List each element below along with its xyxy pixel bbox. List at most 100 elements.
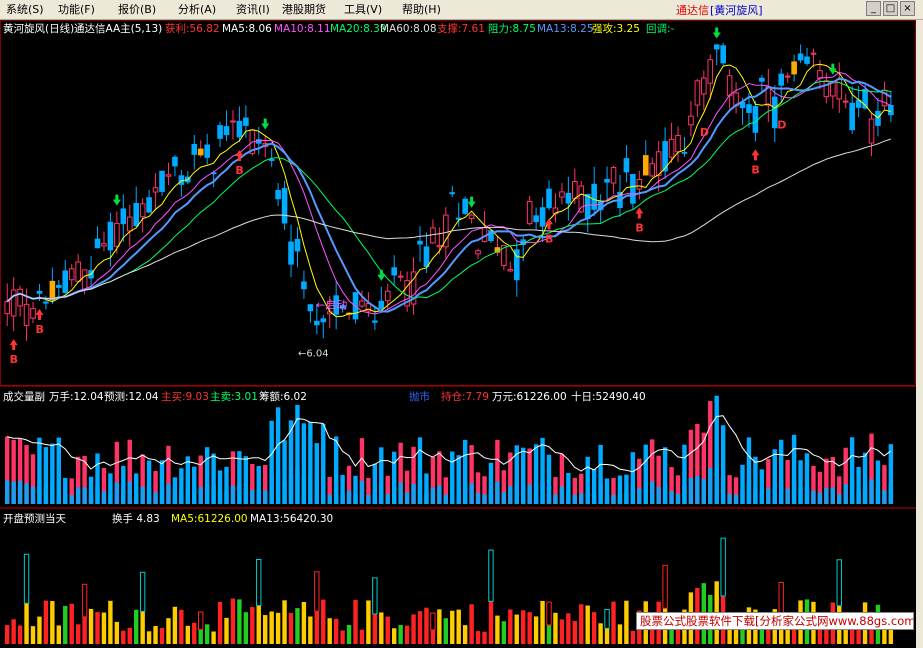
candle[interactable] xyxy=(120,208,127,225)
candle[interactable] xyxy=(165,174,172,177)
restore-button[interactable]: □ xyxy=(883,1,898,16)
candle[interactable] xyxy=(675,134,681,153)
candle[interactable] xyxy=(197,148,204,156)
candle[interactable] xyxy=(720,45,726,64)
menu-analysis[interactable]: 分析(A) xyxy=(178,3,216,17)
candle[interactable] xyxy=(610,167,617,184)
candle[interactable] xyxy=(423,246,430,268)
candle[interactable] xyxy=(281,188,288,224)
candle[interactable] xyxy=(133,203,140,227)
candle[interactable] xyxy=(107,221,114,251)
candle[interactable] xyxy=(584,193,591,220)
candle[interactable] xyxy=(62,270,69,293)
candle[interactable] xyxy=(449,192,456,195)
candle[interactable] xyxy=(320,318,327,323)
candle[interactable] xyxy=(56,284,62,288)
candle[interactable] xyxy=(694,80,701,106)
candle[interactable] xyxy=(539,207,546,227)
candle[interactable] xyxy=(243,117,249,126)
candle[interactable] xyxy=(378,300,385,309)
candle[interactable] xyxy=(668,138,675,158)
minimize-button[interactable]: _ xyxy=(866,1,881,16)
menu-info[interactable]: 资讯(I) xyxy=(236,3,270,17)
candle[interactable] xyxy=(868,118,875,144)
candle[interactable] xyxy=(4,301,11,315)
menu-quote[interactable]: 报价(B) xyxy=(118,3,156,17)
close-button[interactable]: × xyxy=(900,1,915,16)
candle[interactable] xyxy=(636,178,643,190)
candle[interactable] xyxy=(314,320,320,326)
candle[interactable] xyxy=(275,189,281,200)
candle[interactable] xyxy=(533,215,539,223)
candle[interactable] xyxy=(707,59,714,84)
candle[interactable] xyxy=(759,77,765,82)
candle[interactable] xyxy=(391,267,398,276)
candle[interactable] xyxy=(372,320,378,323)
candle[interactable] xyxy=(101,243,107,247)
candle[interactable] xyxy=(159,170,165,192)
menu-tools[interactable]: 工具(V) xyxy=(344,3,382,17)
candle[interactable] xyxy=(152,187,159,193)
candle[interactable] xyxy=(126,216,133,232)
candle[interactable] xyxy=(288,241,294,265)
stock-chart[interactable]: B B B B B B D D ←6.04 ←启动 黄河旋风(日线) 通达信AA主(5,13) 获利:5… xyxy=(0,20,916,648)
candle[interactable] xyxy=(630,174,636,204)
candle[interactable] xyxy=(559,191,565,198)
candle[interactable] xyxy=(417,240,423,245)
menu-help[interactable]: 帮助(H) xyxy=(402,3,441,17)
candle[interactable] xyxy=(36,290,43,294)
candle[interactable] xyxy=(791,61,797,75)
candle[interactable] xyxy=(384,290,391,302)
candle[interactable] xyxy=(797,53,804,61)
candle[interactable] xyxy=(604,178,610,183)
candle[interactable] xyxy=(681,151,688,154)
candle[interactable] xyxy=(823,80,830,98)
candle[interactable] xyxy=(546,188,552,209)
candle[interactable] xyxy=(623,158,630,173)
candle[interactable] xyxy=(888,104,894,116)
candle[interactable] xyxy=(359,300,365,307)
candle[interactable] xyxy=(462,198,468,214)
candle[interactable] xyxy=(94,238,101,249)
candle[interactable] xyxy=(397,275,404,278)
candle[interactable] xyxy=(842,100,849,103)
candle[interactable] xyxy=(430,227,436,244)
menu-system[interactable]: 系统(S) xyxy=(6,3,44,17)
candle[interactable] xyxy=(236,120,243,138)
candle[interactable] xyxy=(43,301,49,304)
candle[interactable] xyxy=(688,115,694,126)
candle[interactable] xyxy=(68,268,75,281)
candle[interactable] xyxy=(75,261,81,282)
candle[interactable] xyxy=(17,288,23,307)
candle[interactable] xyxy=(172,156,178,167)
candle[interactable] xyxy=(114,222,120,247)
candle[interactable] xyxy=(81,269,88,290)
candle[interactable] xyxy=(804,56,810,64)
candle[interactable] xyxy=(655,151,662,177)
candle[interactable] xyxy=(49,280,56,301)
candle[interactable] xyxy=(268,158,275,161)
candle[interactable] xyxy=(191,143,198,155)
candle[interactable] xyxy=(307,304,314,312)
candle[interactable] xyxy=(817,70,823,79)
candle[interactable] xyxy=(849,102,855,131)
candle[interactable] xyxy=(572,181,578,200)
candle[interactable] xyxy=(784,75,791,78)
candle[interactable] xyxy=(701,77,707,95)
candle[interactable] xyxy=(139,203,146,218)
candle[interactable] xyxy=(726,75,733,97)
candle[interactable] xyxy=(436,245,443,248)
candle[interactable] xyxy=(713,44,720,50)
candle[interactable] xyxy=(475,250,481,255)
candle[interactable] xyxy=(752,106,759,133)
candle[interactable] xyxy=(649,163,656,177)
candle[interactable] xyxy=(642,155,649,176)
candle[interactable] xyxy=(778,73,785,86)
candle[interactable] xyxy=(23,303,30,326)
candle[interactable] xyxy=(507,268,514,272)
candle[interactable] xyxy=(294,238,301,252)
candle[interactable] xyxy=(146,197,152,213)
candle[interactable] xyxy=(30,308,36,319)
menu-hk-futures[interactable]: 港股期货 xyxy=(282,3,326,17)
candle[interactable] xyxy=(204,144,210,158)
